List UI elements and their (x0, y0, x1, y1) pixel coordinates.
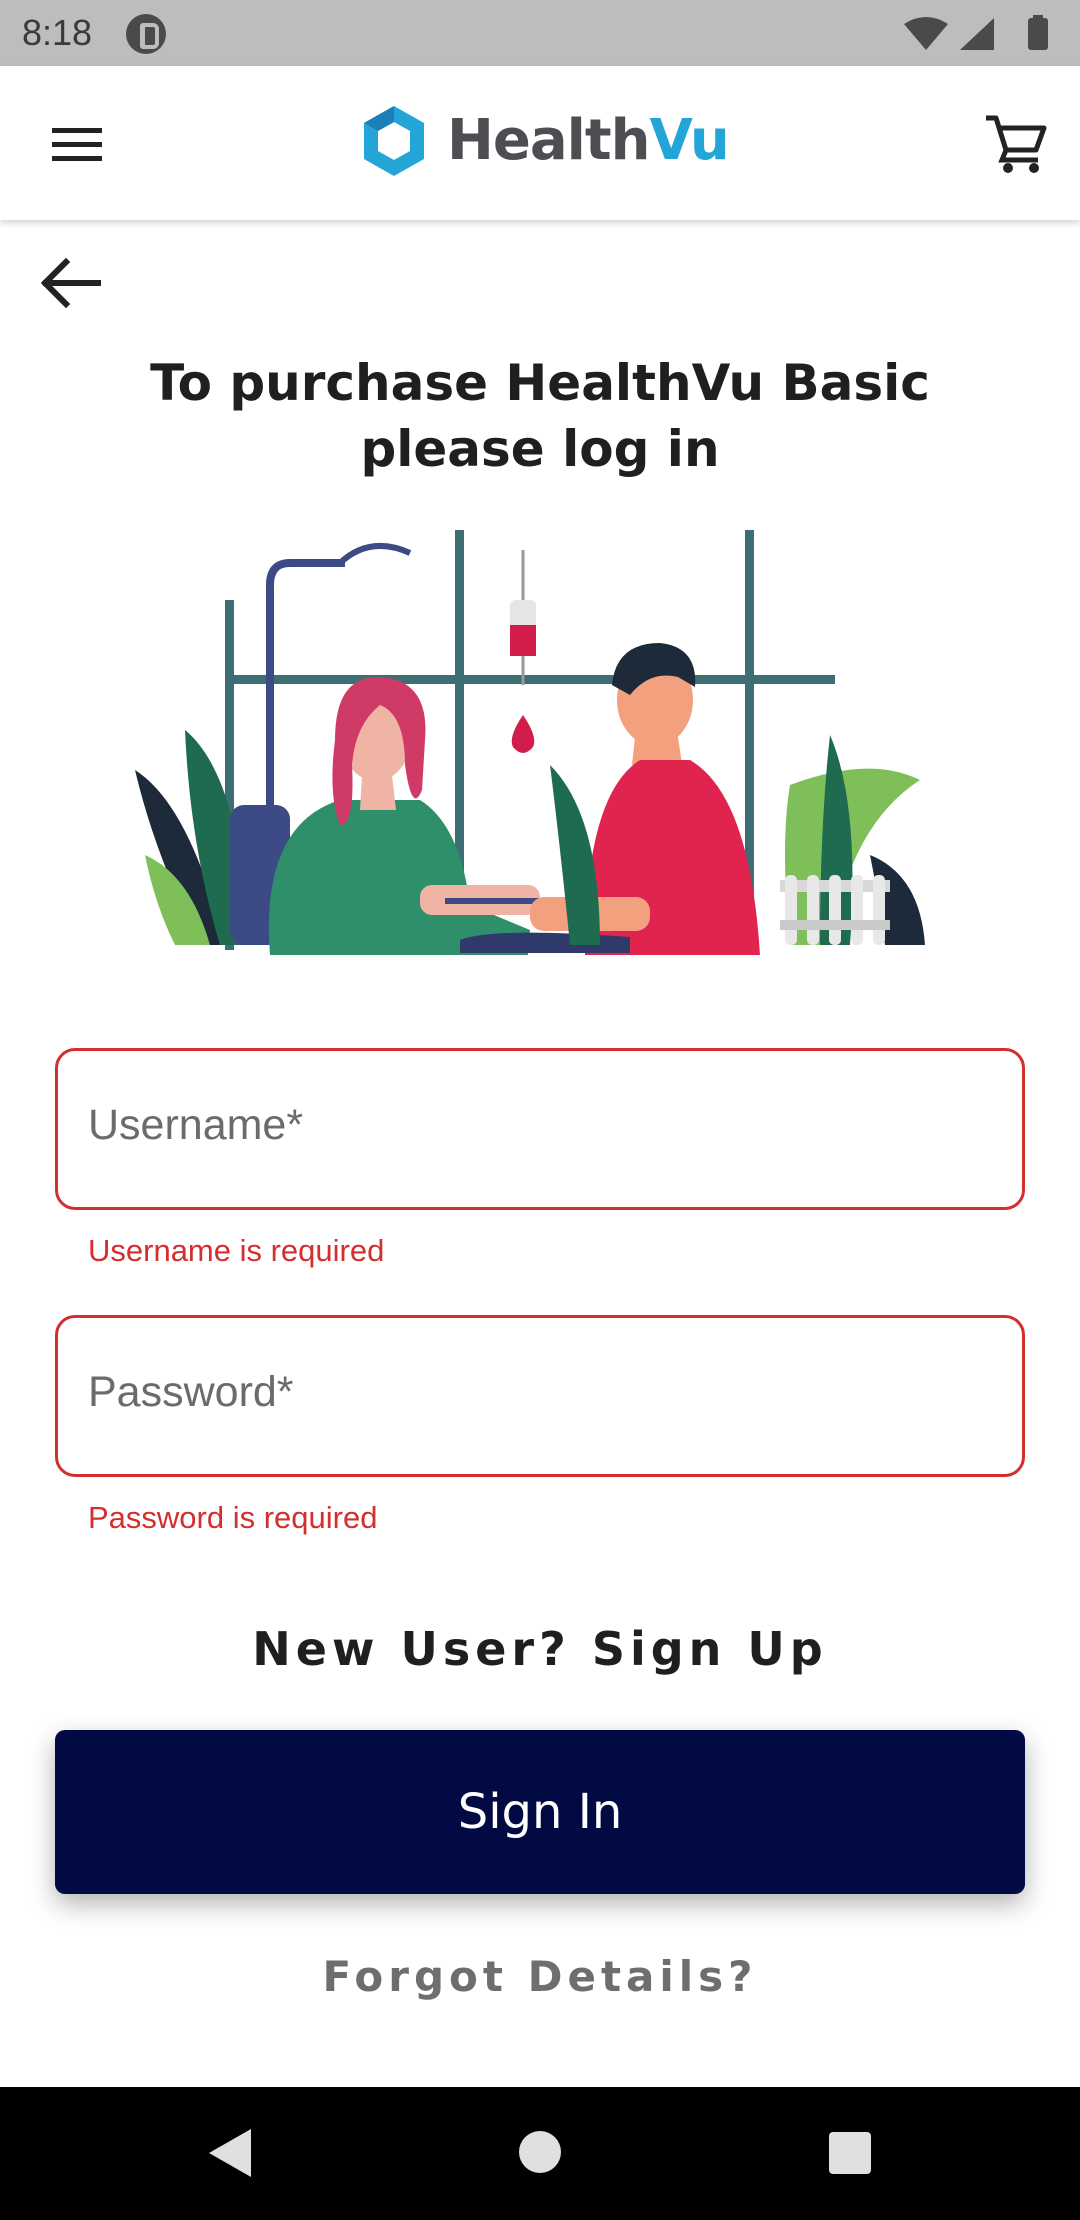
battery-icon (1028, 18, 1048, 50)
nav-back-icon[interactable] (205, 2127, 255, 2179)
nav-recents-icon[interactable] (829, 2132, 871, 2174)
brand-logo-icon (364, 106, 424, 176)
status-time: 8:18 (22, 12, 93, 53)
hamburger-menu-icon[interactable] (40, 114, 110, 174)
password-error: Password is required (88, 1500, 378, 1535)
nav-home-icon[interactable] (519, 2131, 561, 2173)
app-bar: HealthVu (0, 66, 1080, 220)
page-title: To purchase HealthVu Basic please log in (150, 354, 930, 478)
password-label: Password* (88, 1368, 294, 1416)
wifi-icon (904, 17, 948, 50)
signup-link[interactable]: New User? Sign Up (0, 1622, 1080, 1676)
username-label: Username* (88, 1101, 304, 1149)
shopping-cart-icon[interactable] (980, 108, 1050, 178)
username-error: Username is required (88, 1233, 385, 1268)
brand-logo[interactable]: HealthVu (355, 100, 735, 180)
sign-in-button[interactable]: Sign In (55, 1730, 1025, 1894)
username-field[interactable]: Username* (55, 1048, 1025, 1210)
navigation-bar (0, 2087, 1080, 2220)
password-field[interactable]: Password* (55, 1315, 1025, 1477)
cellular-signal-icon (960, 18, 994, 50)
brand-name: HealthVu (447, 108, 730, 173)
status-icons (904, 15, 1048, 50)
status-bar: 8:18 (0, 0, 1080, 66)
forgot-details-link[interactable]: Forgot Details? (0, 1952, 1080, 2001)
app-notification-icon (126, 14, 166, 54)
arrow-left-icon[interactable] (36, 250, 106, 316)
blood-draw-illustration (135, 530, 925, 955)
